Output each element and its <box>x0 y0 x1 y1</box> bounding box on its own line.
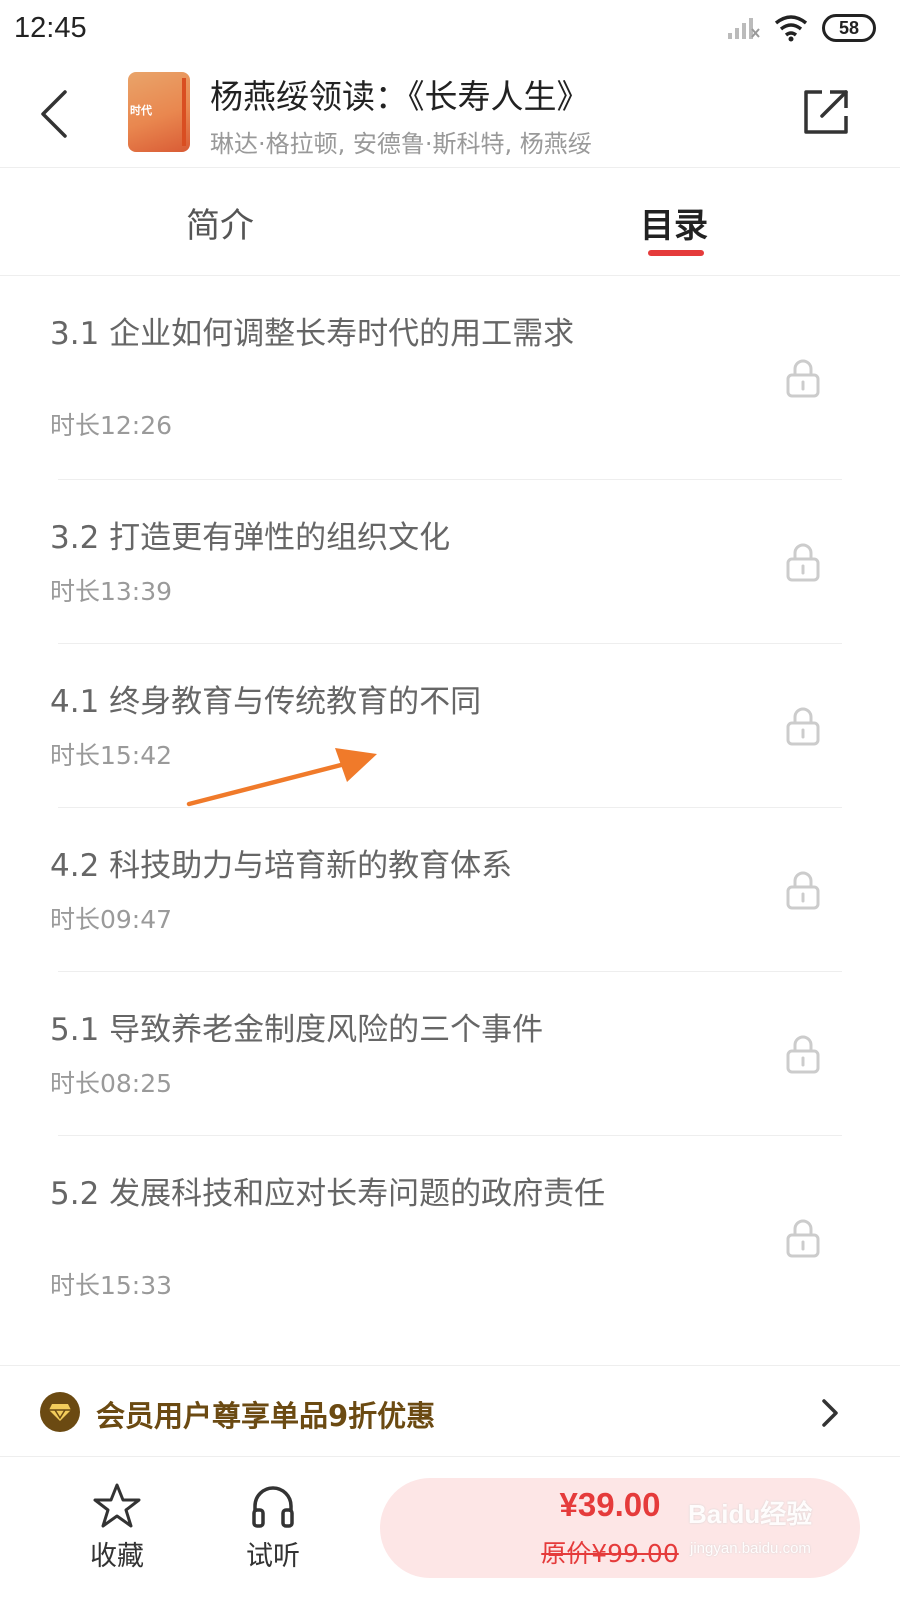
status-bar: 12:45 58 <box>0 0 900 62</box>
header: 时代 杨燕绥领读：《长寿人生》 琳达·格拉顿, 安德鲁·斯科特, 杨燕绥 <box>0 62 900 168</box>
chapter-list: 3.1 企业如何调整长寿时代的用工需求 时长12:26 3.2 打造更有弹性的组… <box>0 276 900 1340</box>
chapter-item[interactable]: 4.1 终身教育与传统教育的不同 时长15:42 <box>50 644 842 808</box>
chapter-title: 5.1 导致养老金制度风险的三个事件 <box>50 1012 544 1048</box>
book-title: 杨燕绥领读：《长寿人生》 <box>210 77 590 116</box>
signal-icon <box>728 18 760 39</box>
tab-bar: 简介 目录 <box>0 168 900 276</box>
chapter-duration: 时长15:33 <box>50 1271 173 1300</box>
chapter-title: 3.1 企业如何调整长寿时代的用工需求 <box>50 316 575 352</box>
cover-text: 时代 <box>130 104 152 117</box>
preview-listen-label: 试听 <box>246 1541 300 1572</box>
tab-intro[interactable]: 简介 <box>186 198 254 247</box>
star-icon <box>93 1483 141 1528</box>
favorite-label: 收藏 <box>90 1541 144 1572</box>
chapter-title: 4.2 科技助力与培育新的教育体系 <box>50 848 513 884</box>
tab-active-indicator <box>648 250 704 256</box>
watermark-url: jingyan.baidu.com <box>690 1540 811 1557</box>
share-icon <box>804 90 848 134</box>
status-icons: 58 <box>726 14 876 42</box>
lock-icon <box>786 871 820 910</box>
chapter-duration: 时长08:25 <box>50 1069 173 1098</box>
chapter-duration: 时长15:42 <box>50 741 173 770</box>
member-banner[interactable]: 会员用户尊享单品9折优惠 <box>0 1365 900 1457</box>
battery-level: 58 <box>838 17 860 38</box>
battery-icon: 58 <box>822 14 876 42</box>
chapter-title: 3.2 打造更有弹性的组织文化 <box>50 520 451 556</box>
chapter-item[interactable]: 5.1 导致养老金制度风险的三个事件 时长08:25 <box>50 972 842 1136</box>
chapter-duration: 时长09:47 <box>50 905 173 934</box>
preview-listen-button[interactable]: 试听 <box>228 1482 318 1573</box>
chevron-right-icon <box>822 1399 838 1427</box>
favorite-button[interactable]: 收藏 <box>72 1482 162 1573</box>
lock-icon <box>786 1219 820 1258</box>
cover-spine <box>182 78 186 146</box>
chapter-duration: 时长13:39 <box>50 577 173 606</box>
vip-diamond-icon <box>40 1392 80 1432</box>
book-authors: 琳达·格拉顿, 安德鲁·斯科特, 杨燕绥 <box>210 130 592 158</box>
wifi-icon <box>774 15 808 42</box>
chapter-item[interactable]: 4.2 科技助力与培育新的教育体系 时长09:47 <box>50 808 842 972</box>
back-icon <box>41 90 67 138</box>
headphones-icon <box>252 1486 294 1528</box>
lock-icon <box>786 1035 820 1074</box>
share-button[interactable] <box>800 86 852 138</box>
chapter-item[interactable]: 3.1 企业如何调整长寿时代的用工需求 时长12:26 <box>50 276 842 480</box>
chapter-title: 4.1 终身教育与传统教育的不同 <box>50 684 482 720</box>
chapter-title: 5.2 发展科技和应对长寿问题的政府责任 <box>50 1176 606 1212</box>
chapter-duration: 时长12:26 <box>50 411 173 440</box>
annotation-arrow-icon <box>186 748 377 807</box>
lock-icon <box>786 707 820 746</box>
chapter-item[interactable]: 3.2 打造更有弹性的组织文化 时长13:39 <box>50 480 842 644</box>
lock-icon <box>786 359 820 398</box>
member-banner-text: 会员用户尊享单品9折优惠 <box>96 1399 436 1433</box>
tab-toc[interactable]: 目录 <box>640 198 708 247</box>
lock-icon <box>786 543 820 582</box>
chapter-item[interactable]: 5.2 发展科技和应对长寿问题的政府责任 时长15:33 <box>50 1136 842 1340</box>
back-button[interactable] <box>30 82 78 146</box>
watermark-logo: Baidu经验 <box>688 1499 813 1529</box>
status-time: 12:45 <box>14 12 87 44</box>
book-cover: 时代 <box>128 72 190 152</box>
